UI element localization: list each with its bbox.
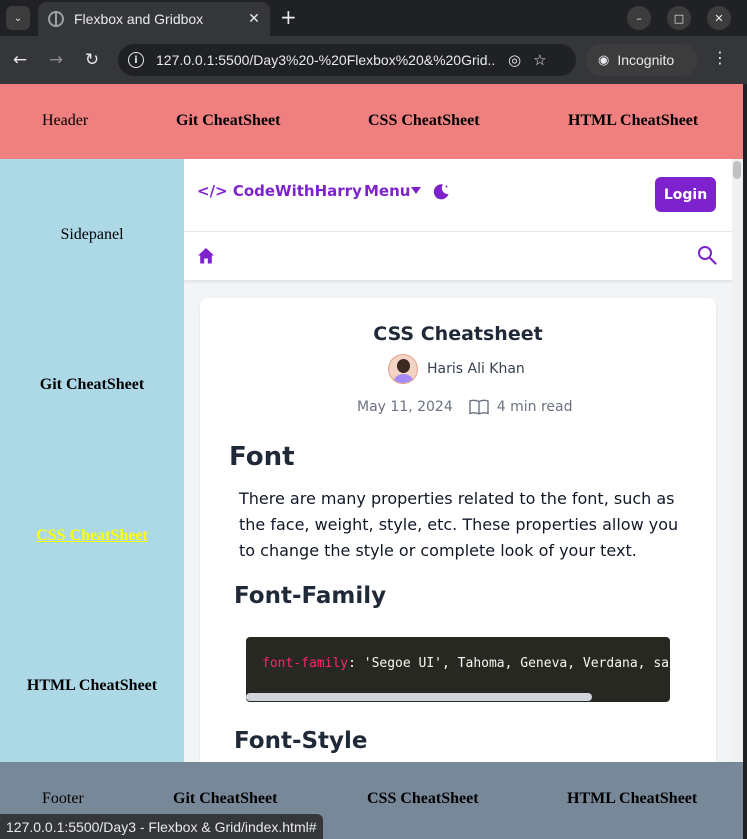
minimize-icon[interactable]: – <box>627 6 651 30</box>
eye-slash-icon[interactable]: ◎ <box>508 51 521 69</box>
code-block[interactable]: font-family: 'Segoe UI', Tahoma, Geneva,… <box>246 637 670 702</box>
publish-date: May 11, 2024 <box>357 399 453 415</box>
sidepanel: Sidepanel Git CheatSheet CSS CheatSheet … <box>0 159 184 762</box>
sidepanel-link-css[interactable]: CSS CheatSheet <box>0 527 184 545</box>
author-name[interactable]: Haris Ali Khan <box>427 361 525 377</box>
cwh-navbar: </> CodeWithHarry Menu Login <box>184 159 732 232</box>
browser-tabbar: ⌄ Flexbox and Gridbox ✕ + – □ ✕ <box>0 0 747 36</box>
close-tab-icon[interactable]: ✕ <box>246 11 262 27</box>
incognito-label: Incognito <box>617 52 675 68</box>
menu-dropdown[interactable]: Menu <box>364 182 410 200</box>
code-horizontal-scrollbar[interactable] <box>246 693 592 701</box>
browser-menu-icon[interactable]: ⋮ <box>710 48 730 67</box>
frame-scroll-thumb[interactable] <box>733 161 741 179</box>
avatar <box>388 354 418 384</box>
header-link-css[interactable]: CSS CheatSheet <box>368 112 480 130</box>
login-button[interactable]: Login <box>655 177 716 212</box>
site-header: Header Git CheatSheet CSS CheatSheet HTM… <box>0 84 743 159</box>
window-close-icon[interactable]: ✕ <box>707 6 731 30</box>
article-meta: May 11, 2024 4 min read <box>357 397 573 417</box>
new-tab-plus-icon[interactable]: + <box>280 6 297 28</box>
header-label: Header <box>42 112 89 129</box>
search-icon[interactable] <box>697 245 717 265</box>
status-bar-url: 127.0.0.1:5500/Day3 - Flexbox & Grid/ind… <box>0 814 323 839</box>
url-text[interactable]: 127.0.0.1:5500/Day3%20-%20Flexbox%20&%20… <box>156 52 496 68</box>
footer-link-html[interactable]: HTML CheatSheet <box>567 790 697 808</box>
browser-toolbar: ← → ↻ i 127.0.0.1:5500/Day3%20-%20Flexbo… <box>0 36 747 84</box>
article-card: CSS Cheatsheet Haris Ali Khan May 11, 20… <box>200 298 716 762</box>
sidepanel-link-git[interactable]: Git CheatSheet <box>0 376 184 394</box>
heading-font: Font <box>229 442 295 472</box>
address-bar[interactable]: i 127.0.0.1:5500/Day3%20-%20Flexbox%20&%… <box>118 44 576 76</box>
read-time: 4 min read <box>496 399 573 415</box>
globe-icon <box>48 11 64 27</box>
article-title: CSS Cheatsheet <box>373 323 543 345</box>
code-property: font-family <box>262 656 349 671</box>
cwh-subnav <box>184 232 732 280</box>
heading-font-style: Font-Style <box>234 728 368 754</box>
frame-vertical-scrollbar[interactable] <box>732 159 743 762</box>
code-value: : 'Segoe UI', Tahoma, Geneva, Verdana, s… <box>348 656 670 671</box>
site-info-icon[interactable]: i <box>128 52 144 68</box>
tab-search-chevron-icon[interactable]: ⌄ <box>6 6 30 30</box>
incognito-badge[interactable]: ◉ Incognito <box>586 44 698 76</box>
sidepanel-label: Sidepanel <box>60 226 124 243</box>
author-row: Haris Ali Khan <box>388 354 525 384</box>
cwh-logo[interactable]: </> CodeWithHarry <box>197 182 362 200</box>
back-arrow-icon[interactable]: ← <box>8 48 32 72</box>
header-link-html[interactable]: HTML CheatSheet <box>568 112 698 130</box>
caret-down-icon[interactable] <box>411 187 421 194</box>
browser-tab-active[interactable]: Flexbox and Gridbox ✕ <box>38 2 270 36</box>
footer-link-git[interactable]: Git CheatSheet <box>173 790 277 808</box>
book-open-icon <box>469 399 489 415</box>
header-link-git[interactable]: Git CheatSheet <box>176 112 280 130</box>
code-line: font-family: 'Segoe UI', Tahoma, Geneva,… <box>262 656 670 671</box>
page-viewport: Header Git CheatSheet CSS CheatSheet HTM… <box>0 84 743 839</box>
incognito-icon: ◉ <box>598 52 610 67</box>
forward-arrow-icon[interactable]: → <box>44 48 68 72</box>
home-icon[interactable] <box>197 247 215 265</box>
font-paragraph: There are many properties related to the… <box>239 489 679 560</box>
embedded-cheatsheet-frame: </> CodeWithHarry Menu Login CSS Cheatsh… <box>184 159 732 762</box>
moon-icon[interactable] <box>432 183 450 201</box>
reload-icon[interactable]: ↻ <box>80 48 104 72</box>
heading-font-family: Font-Family <box>234 583 387 609</box>
sidepanel-link-html[interactable]: HTML CheatSheet <box>0 677 184 695</box>
footer-label: Footer <box>42 790 84 807</box>
maximize-icon[interactable]: □ <box>667 6 691 30</box>
footer-link-css[interactable]: CSS CheatSheet <box>367 790 479 808</box>
bookmark-star-icon[interactable]: ☆ <box>533 51 546 69</box>
window-edge <box>743 84 747 839</box>
tab-title: Flexbox and Gridbox <box>74 11 204 27</box>
